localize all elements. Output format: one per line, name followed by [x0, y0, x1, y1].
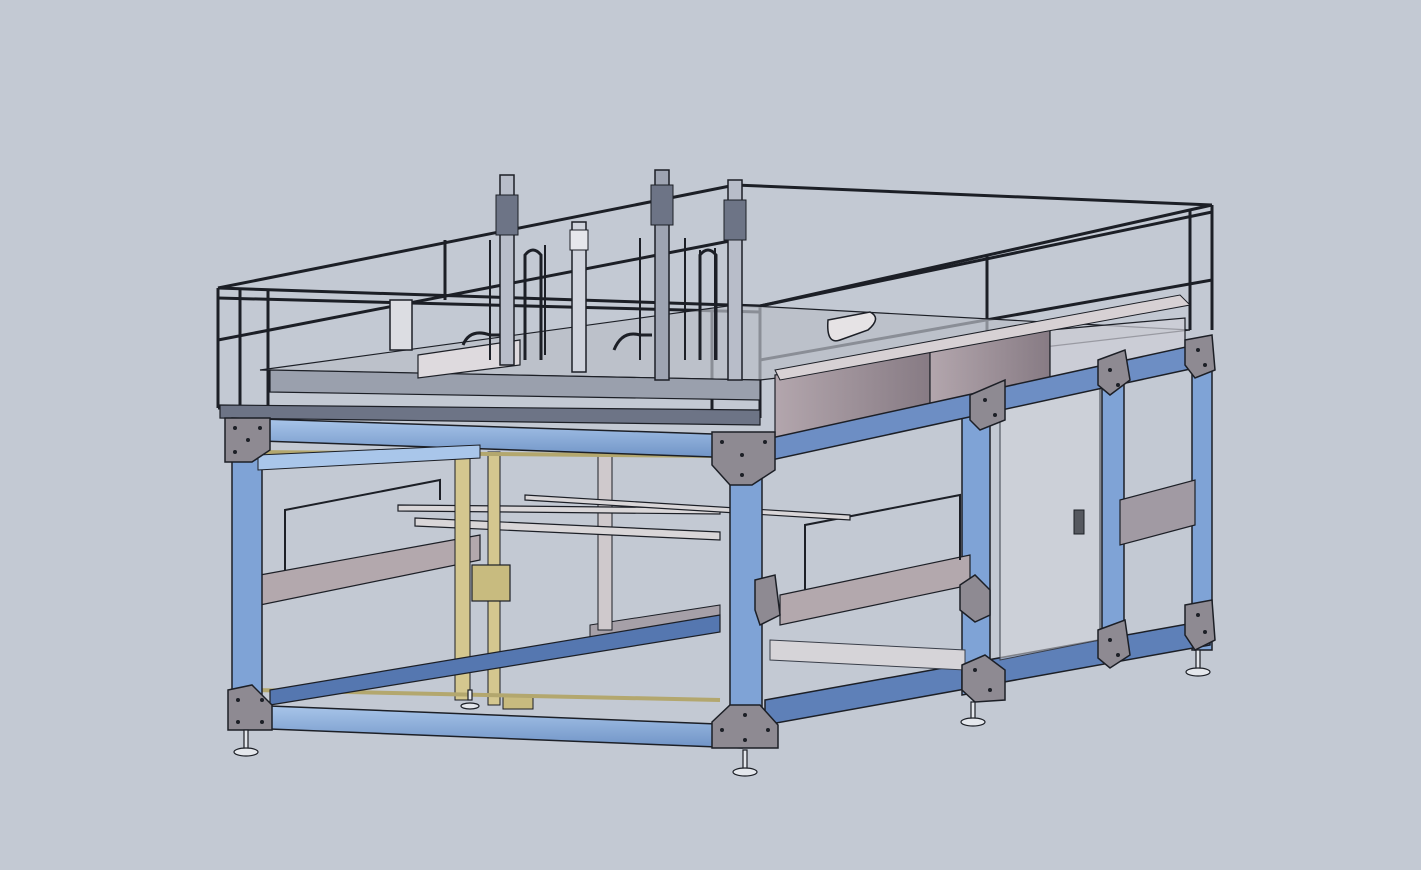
inner-floor-bar — [769, 639, 966, 671]
gusset-rear-right-top — [1184, 334, 1216, 379]
inner-beam-right — [779, 554, 971, 626]
actuator-2 — [569, 221, 589, 373]
frame-post-front-right — [961, 399, 991, 696]
actuator-3 — [650, 169, 674, 381]
frame-brace-rear — [1119, 479, 1196, 546]
gusset-top-center — [711, 431, 776, 486]
cad-model-view — [216, 169, 1216, 777]
gusset-rear-right-bottom — [1184, 599, 1216, 651]
cad-viewport[interactable] — [0, 0, 1421, 870]
inner-beam-left — [259, 534, 481, 606]
frame-beam-front-bottom — [244, 704, 743, 749]
door-panel-rear — [999, 384, 1101, 661]
gusset-center-mid — [754, 574, 781, 627]
foot-front-left — [233, 729, 259, 757]
frame-rail-inner-left — [257, 444, 481, 471]
actuator-4 — [723, 179, 747, 381]
frame-post-front-left — [231, 439, 263, 706]
foot-front-center — [732, 749, 758, 777]
foot-right-center — [960, 701, 986, 727]
door-handle — [1073, 509, 1085, 535]
servo-motor — [389, 299, 413, 351]
foot-right-rear — [1185, 649, 1211, 677]
olive-bracket-plate — [471, 564, 511, 602]
inner-post — [597, 454, 613, 631]
